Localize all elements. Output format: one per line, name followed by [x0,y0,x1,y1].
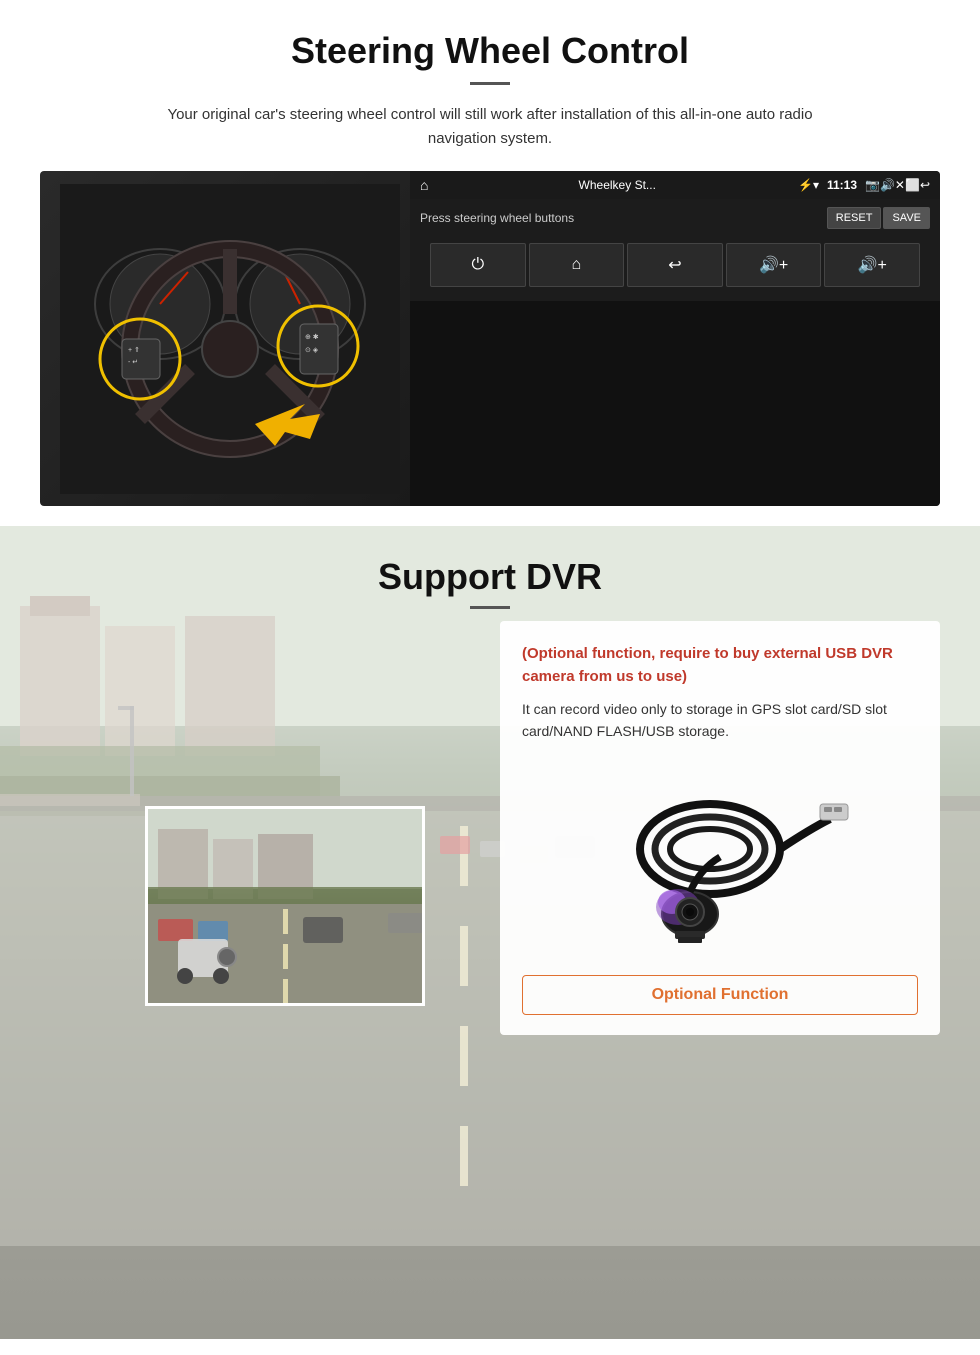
dvr-section: Support DVR (Optional function, require … [0,526,980,1339]
dvr-heading-area: Support DVR [0,526,980,619]
dvr-small-inner [148,809,422,1003]
dvr-divider [470,606,510,609]
screen-icon: ⬜ [905,178,920,192]
android-statusbar: ⌂ Wheelkey St... ⚡ ▾ 11:13 📷 🔊 ✕ ⬜ ↩ [410,171,940,199]
back-icon: ↩ [920,178,930,192]
swc-image-area: + ⇑ - ↵ ⊕ ✱ ⊙ ◈ ⌂ Wheelkey St... ⚡ ▾ 11:… [40,171,940,506]
save-button[interactable]: SAVE [883,207,930,229]
reset-button[interactable]: RESET [827,207,882,229]
dvr-optional-note: (Optional function, require to buy exter… [522,643,918,688]
dvr-description: It can record video only to storage in G… [522,698,918,743]
dvr-camera-svg [590,769,850,949]
svg-text:- ↵: - ↵ [128,359,138,366]
dvr-info-card: (Optional function, require to buy exter… [500,621,940,1035]
usb-icon: ⚡ [798,178,813,192]
swc-title: Steering Wheel Control [40,30,940,72]
status-time: 11:13 [827,178,857,192]
optional-function-label: Optional Function [652,986,789,1003]
svg-text:⊕ ✱: ⊕ ✱ [305,333,319,341]
volume-icon: 🔊 [880,178,895,192]
power-ctrl-btn[interactable]: ⏻ [430,243,526,287]
wifi-icon: ▾ [813,178,819,192]
home-icon: ⌂ [420,177,428,193]
swc-divider [470,82,510,85]
optional-function-box: Optional Function [522,975,918,1015]
steering-wheel-section: Steering Wheel Control Your original car… [0,0,980,526]
dvr-title: Support DVR [40,556,940,598]
android-screen: ⌂ Wheelkey St... ⚡ ▾ 11:13 📷 🔊 ✕ ⬜ ↩ Pre… [410,171,940,506]
swc-btn-group: RESET SAVE [827,207,930,229]
vol-up-ctrl-btn[interactable]: 🔊+ [726,243,822,287]
swc-press-row: Press steering wheel buttons RESET SAVE [420,207,930,229]
dvr-small-svg [148,809,425,1006]
app-name-label: Wheelkey St... [436,178,798,192]
home-ctrl-btn[interactable]: ⌂ [529,243,625,287]
svg-text:⊙ ◈: ⊙ ◈ [305,347,319,354]
steering-wheel-photo: + ⇑ - ↵ ⊕ ✱ ⊙ ◈ [40,171,420,506]
swc-screen-remainder [410,301,940,506]
back-ctrl-btn[interactable]: ↩ [627,243,723,287]
swc-subtitle: Your original car's steering wheel contr… [140,103,840,151]
swc-control-area: Press steering wheel buttons RESET SAVE … [410,199,940,301]
steering-wheel-graphic: + ⇑ - ↵ ⊕ ✱ ⊙ ◈ [60,184,400,494]
vol-up2-ctrl-btn[interactable]: 🔊+ [824,243,920,287]
close-icon: ✕ [895,178,905,192]
camera-icon: 📷 [865,178,880,192]
swc-controls-grid: ⏻ ⌂ ↩ 🔊+ 🔊+ [420,237,930,293]
svg-text:+ ⇑: + ⇑ [128,346,140,354]
press-label: Press steering wheel buttons [420,211,574,225]
dvr-small-screen [145,806,425,1006]
dvr-camera-image [522,759,918,959]
